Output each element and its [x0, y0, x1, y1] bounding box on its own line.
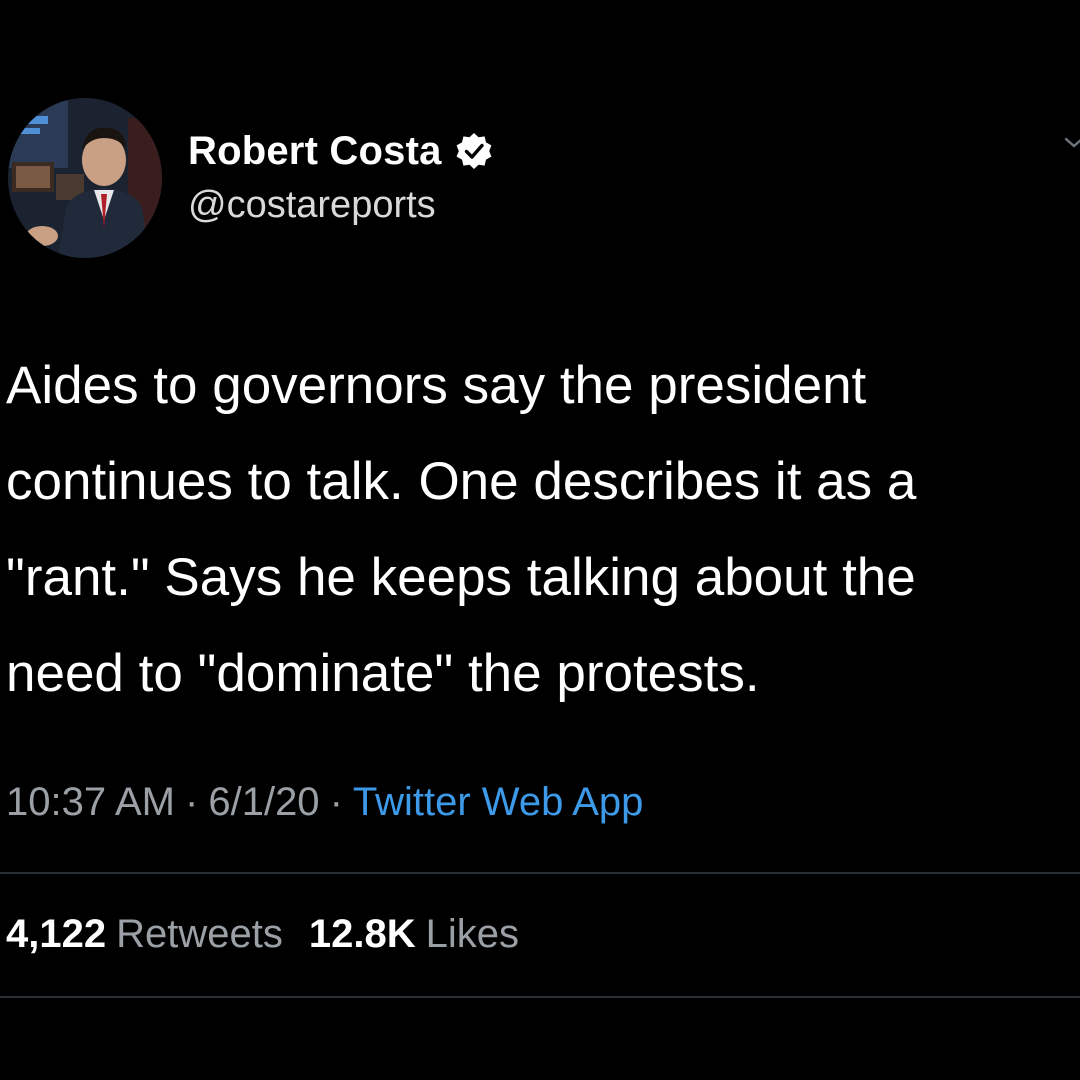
- tweet-card: Robert Costa @costareports Aides to gove…: [0, 0, 1080, 1080]
- tweet-text: Aides to governors say the president con…: [6, 338, 1080, 722]
- likes-count: 12.8K: [308, 912, 416, 956]
- author-avatar[interactable]: [8, 98, 162, 258]
- meta-separator: ·: [185, 780, 199, 824]
- author-name-row[interactable]: Robert Costa: [188, 126, 494, 176]
- tweet-text-line: continues to talk. One describes it as a: [6, 452, 917, 511]
- author-handle[interactable]: @costareports: [188, 184, 436, 227]
- verified-badge-icon: [454, 131, 494, 171]
- tweet-text-line: Aides to governors say the president: [6, 356, 867, 415]
- likes-label: Likes: [425, 912, 519, 956]
- likes-stat[interactable]: 12.8K Likes: [309, 912, 519, 956]
- tweet-meta: 10:37 AM · 6/1/20 · Twitter Web App: [6, 780, 643, 825]
- retweets-stat[interactable]: 4,122 Retweets: [6, 912, 283, 956]
- tweet-time[interactable]: 10:37 AM: [6, 780, 175, 824]
- retweets-label: Retweets: [116, 912, 283, 956]
- profile-photo-icon: [8, 98, 162, 258]
- tweet-date[interactable]: 6/1/20: [208, 780, 319, 824]
- meta-separator: ·: [329, 780, 343, 824]
- divider: [0, 872, 1080, 874]
- tweet-text-line: "rant." Says he keeps talking about the: [6, 548, 916, 607]
- author-display-name[interactable]: Robert Costa: [188, 129, 442, 174]
- tweet-text-line: need to "dominate" the protests.: [6, 644, 760, 703]
- tweet-source-link[interactable]: Twitter Web App: [353, 780, 644, 824]
- tweet-stats: 4,122 Retweets 12.8K Likes: [6, 912, 519, 957]
- divider: [0, 996, 1080, 998]
- retweets-count: 4,122: [6, 912, 107, 956]
- chevron-down-icon[interactable]: [1062, 130, 1080, 154]
